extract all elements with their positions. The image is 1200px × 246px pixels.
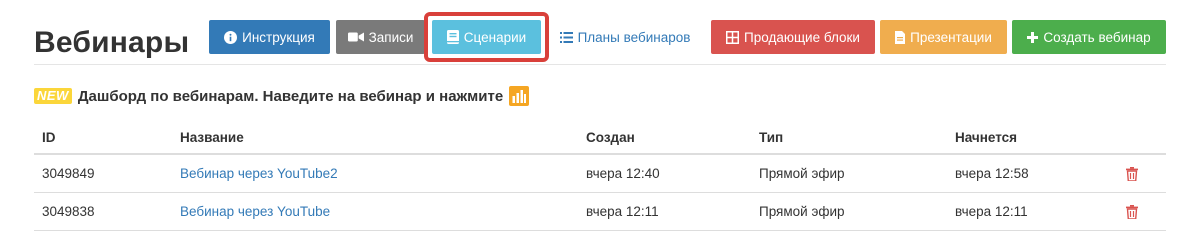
list-icon: [559, 31, 573, 43]
scenarios-button-label: Сценарии: [463, 29, 527, 45]
table-header: ID Название Создан Тип Начнется: [34, 121, 1166, 155]
webinar-starts: вчера 12:11: [955, 204, 1028, 219]
instruction-button-label: Инструкция: [242, 29, 315, 45]
records-button-label: Записи: [368, 29, 414, 45]
webinar-starts: вчера 12:58: [955, 166, 1029, 181]
webinar-created: вчера 12:11: [586, 204, 659, 219]
column-header-created: Создан: [586, 129, 635, 145]
presentations-button[interactable]: Презентации: [880, 20, 1007, 54]
info-circle-icon: [224, 30, 238, 44]
webinar-created: вчера 12:40: [586, 166, 660, 181]
table-row: 3049849 Вебинар через YouTube2 вчера 12:…: [34, 155, 1166, 193]
dashboard-notice: NEW Дашборд по вебинарам. Наведите на ве…: [34, 86, 530, 106]
column-header-name: Название: [180, 129, 244, 145]
selling-blocks-button[interactable]: Продающие блоки: [711, 20, 875, 54]
scenarios-button[interactable]: Сценарии: [432, 20, 541, 54]
delete-button[interactable]: [1126, 155, 1138, 192]
bar-chart-icon: [509, 86, 530, 106]
create-webinar-button-label: Создать вебинар: [1043, 29, 1151, 45]
column-header-type: Тип: [759, 129, 784, 145]
table-row: 3049838 Вебинар через YouTube вчера 12:1…: [34, 193, 1166, 231]
records-button[interactable]: Записи: [336, 20, 425, 54]
selling-blocks-button-label: Продающие блоки: [744, 29, 860, 45]
webinar-name-link[interactable]: Вебинар через YouTube2: [180, 155, 338, 192]
trash-icon: [1126, 166, 1138, 181]
webinar-id: 3049849: [42, 166, 95, 181]
new-badge: NEW: [34, 88, 72, 104]
webinar-type: Прямой эфир: [759, 204, 845, 219]
divider: [34, 64, 1166, 65]
toolbar: Инструкция Записи Сценарии Планы вебинар…: [0, 12, 1200, 62]
file-icon: [895, 30, 906, 44]
webinar-id: 3049838: [42, 204, 95, 219]
delete-button[interactable]: [1126, 193, 1138, 230]
trash-icon: [1126, 204, 1138, 219]
dashboard-notice-text: Дашборд по вебинарам. Наведите на вебина…: [77, 87, 504, 105]
plus-icon: [1027, 31, 1039, 43]
plans-link[interactable]: Планы вебинаров: [550, 20, 700, 54]
presentations-button-label: Презентации: [910, 29, 992, 45]
plans-link-label: Планы вебинаров: [577, 29, 691, 45]
instruction-button[interactable]: Инструкция: [209, 20, 330, 54]
column-header-id: ID: [42, 129, 56, 145]
create-webinar-button[interactable]: Создать вебинар: [1012, 20, 1166, 54]
video-camera-icon: [347, 32, 364, 42]
webinar-type: Прямой эфир: [759, 166, 845, 181]
book-icon: [446, 30, 459, 44]
column-header-starts: Начнется: [955, 129, 1018, 145]
webinar-name-link[interactable]: Вебинар через YouTube: [180, 193, 330, 230]
grid-icon: [726, 30, 740, 44]
